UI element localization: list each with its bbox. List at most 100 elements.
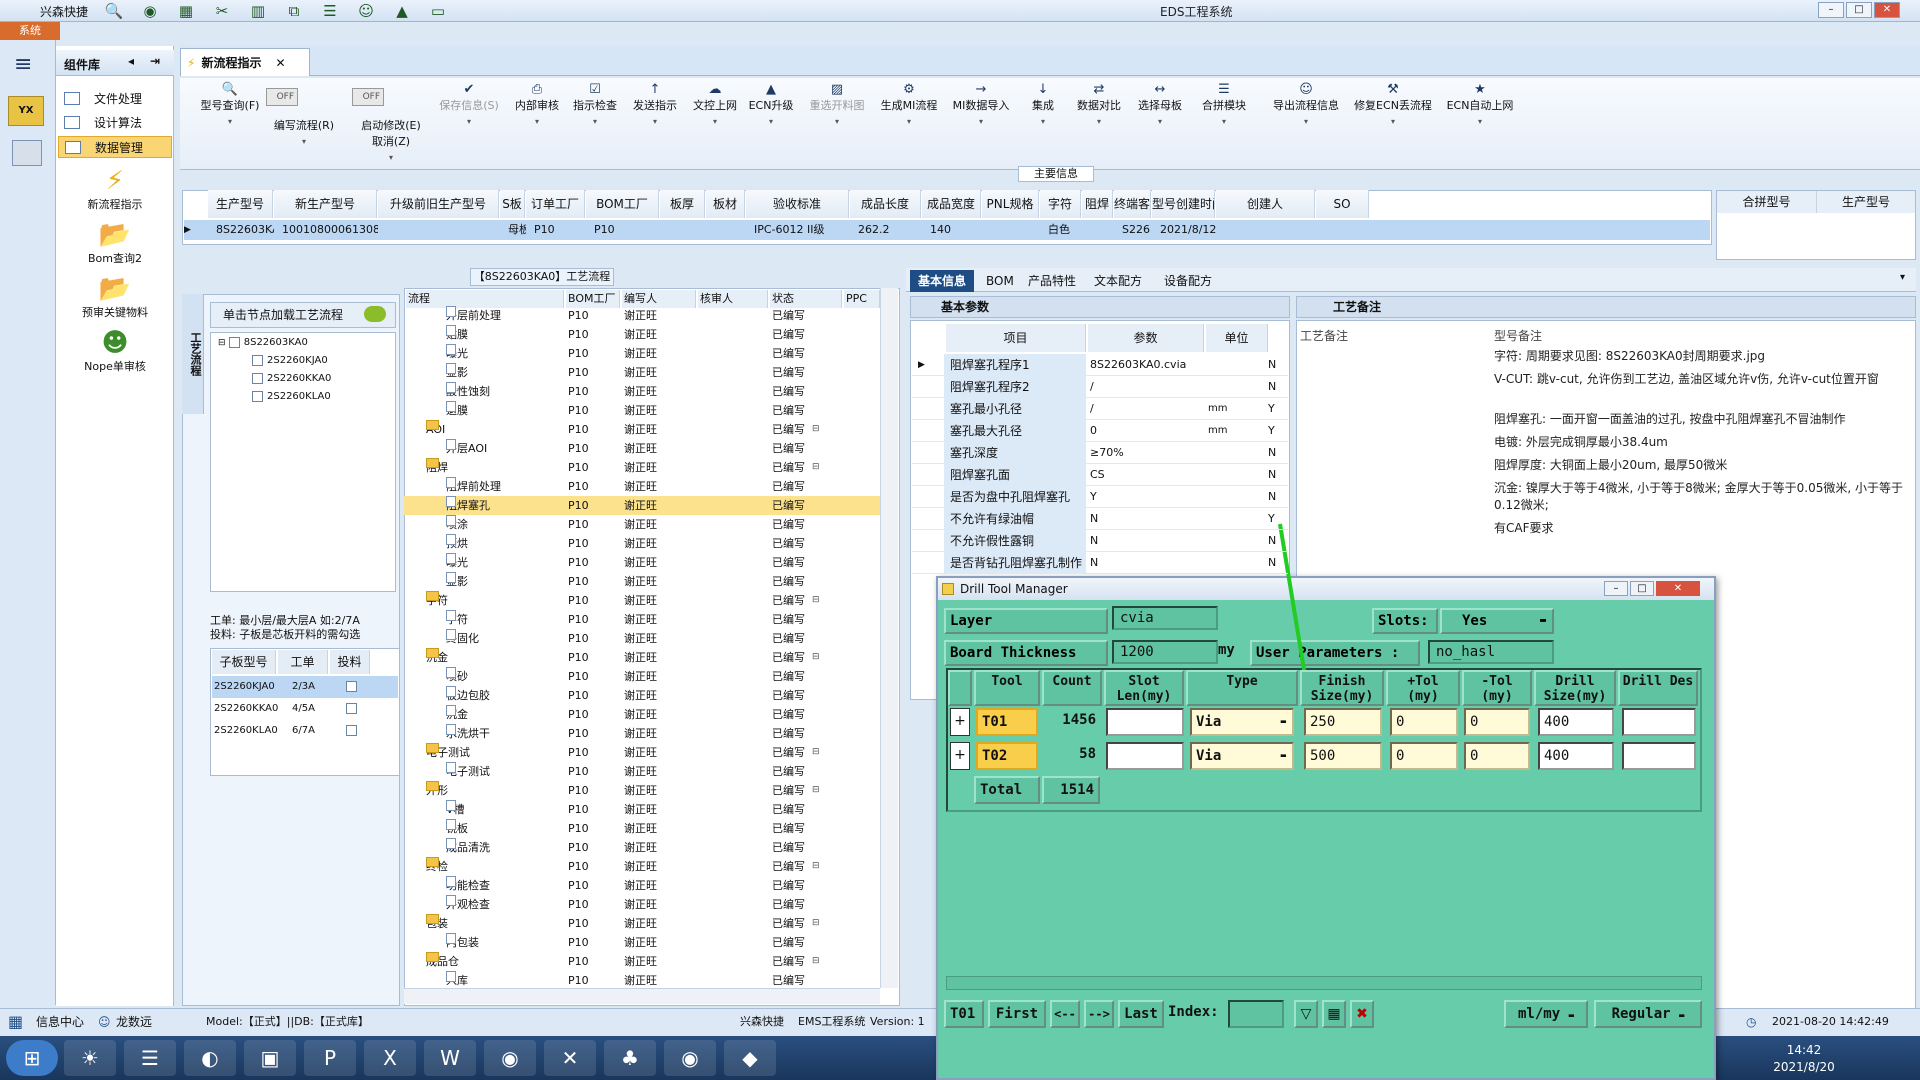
drill-size-field[interactable]: 400	[1538, 742, 1614, 770]
drill-des-field[interactable]	[1622, 742, 1696, 770]
new-flow-instruction-item[interactable]: ⚡ 新流程指示	[70, 166, 160, 212]
taskbar-app-icon[interactable]: ◐	[184, 1040, 236, 1076]
grid-cell[interactable]: IPC-6012 II级	[746, 220, 850, 240]
grid-header-cell[interactable]: 成品长度	[850, 190, 921, 218]
filter-icon[interactable]: ▽	[1294, 1000, 1318, 1028]
flow-row[interactable]: V槽 P10 谢正旺 已编写	[404, 800, 880, 819]
param-value[interactable]: /	[1090, 376, 1204, 398]
ribbon-button[interactable]: ☺ 导出流程信息 ▾	[1266, 82, 1346, 130]
param-value[interactable]: N	[1090, 552, 1204, 574]
grid-header-cell[interactable]: 成品宽度	[922, 190, 981, 218]
param-row[interactable]: ▶ 阻焊塞孔程序1 8S22603KA0.cvia N	[912, 354, 1288, 376]
flow-row[interactable]: ⊟外形P10谢正旺已编写	[404, 781, 880, 800]
grid-header-cell[interactable]: 阻焊	[1082, 190, 1113, 218]
close-button[interactable]: ✕	[1874, 2, 1900, 18]
flow-row[interactable]: ⊟沉金P10谢正旺已编写	[404, 648, 880, 667]
minimize-button[interactable]: –	[1818, 2, 1844, 18]
flow-row[interactable]: 板边包胶 P10 谢正旺 已编写	[404, 686, 880, 705]
flow-vertical-scrollbar[interactable]	[880, 288, 898, 988]
param-value[interactable]: 8S22603KA0.cvia	[1090, 354, 1204, 376]
next-button[interactable]: -->	[1084, 1000, 1114, 1028]
flow-row[interactable]: 酸性蚀刻 P10 谢正旺 已编写	[404, 382, 880, 401]
param-row[interactable]: 是否为盘中孔阻焊塞孔 Y N	[912, 486, 1288, 508]
type-dropdown[interactable]: Via ▬	[1190, 708, 1294, 736]
grid-header-cell[interactable]: 验收标准	[746, 190, 849, 218]
tool-table-scrollbar[interactable]	[946, 976, 1702, 990]
taskbar-x-icon[interactable]: ✕	[544, 1040, 596, 1076]
flow-row[interactable]: 阻焊前处理 P10 谢正旺 已编写	[404, 477, 880, 496]
param-row[interactable]: 塞孔最大孔径 0 mm Y	[912, 420, 1288, 442]
grid-icon[interactable]: ▦	[1322, 1000, 1346, 1028]
flow-row[interactable]: 电子测试 P10 谢正旺 已编写	[404, 762, 880, 781]
grid-cell[interactable]: 10010800061308	[274, 220, 378, 240]
flow-row[interactable]: 内包装 P10 谢正旺 已编写	[404, 933, 880, 952]
flow-row[interactable]: 字符 P10 谢正旺 已编写	[404, 610, 880, 629]
nav-item-data-management[interactable]: 数据管理	[58, 136, 172, 158]
grid-header-cell[interactable]: 板材	[706, 190, 745, 218]
chart-icon[interactable]: ▲	[392, 3, 412, 19]
ribbon-button[interactable]: ✔ 保存信息(S) ▾	[432, 82, 506, 130]
pin-icon[interactable]: ⇥	[150, 54, 160, 68]
param-value[interactable]: CS	[1090, 464, 1204, 486]
grid-header-cell[interactable]: BOM工厂	[586, 190, 659, 218]
toggle-start-edit[interactable]: OFF	[352, 88, 384, 106]
detail-tab[interactable]: 文本配方	[1086, 270, 1150, 292]
flow-row[interactable]: 功能检查 P10 谢正旺 已编写	[404, 876, 880, 895]
grid-header-cell[interactable]: S板	[500, 190, 525, 218]
grid-header-cell[interactable]: SO	[1316, 190, 1369, 218]
checkbox[interactable]	[252, 372, 263, 384]
ribbon-button[interactable]: ▨ 重选开料图 ▾	[804, 82, 870, 130]
finish-size-field[interactable]: 500	[1304, 742, 1382, 770]
copy-icon[interactable]: ⧉	[284, 3, 304, 19]
tree-node-child[interactable]: 2S2260KJA0	[252, 352, 328, 370]
sub-board-row[interactable]: 2S2260KKA0 4/5A	[212, 698, 398, 720]
drill-des-field[interactable]	[1622, 708, 1696, 736]
param-row[interactable]: 塞孔深度 ≥70% N	[912, 442, 1288, 464]
grid-header-cell[interactable]: 板厚	[660, 190, 705, 218]
tool-name[interactable]: T02	[976, 742, 1038, 770]
ribbon-button[interactable]: ↓ 集成 ▾	[1018, 82, 1068, 130]
film-icon[interactable]: ▥	[248, 3, 268, 19]
param-row[interactable]: 塞孔最小孔径 / mm Y	[912, 398, 1288, 420]
grid-cell[interactable]	[982, 220, 1040, 240]
flow-row[interactable]: 喷涂 P10 谢正旺 已编写	[404, 515, 880, 534]
flow-row[interactable]: 退膜 P10 谢正旺 已编写	[404, 401, 880, 420]
grid-cell[interactable]	[1216, 220, 1316, 240]
ribbon-button[interactable]: ☑ 指示检查 ▾	[568, 82, 622, 130]
user-parameters-field[interactable]: no_hasl	[1428, 640, 1554, 664]
tool-name[interactable]: T01	[976, 708, 1038, 736]
ribbon-button[interactable]: ⚙ 生成MI流程 ▾	[876, 82, 942, 130]
flow-row[interactable]: 沉金 P10 谢正旺 已编写	[404, 705, 880, 724]
taskbar-app-icon[interactable]: ☀	[64, 1040, 116, 1076]
plus-tol-field[interactable]: 0	[1390, 742, 1458, 770]
ribbon-button[interactable]: ☁ 文控上网 ▾	[688, 82, 742, 130]
ribbon-button[interactable]: ⇄ 数据对比 ▾	[1072, 82, 1126, 130]
checkbox[interactable]	[228, 336, 240, 348]
tree-node-child[interactable]: 2S2260KKA0	[252, 370, 331, 388]
plus-tol-field[interactable]: 0	[1390, 708, 1458, 736]
flow-row[interactable]: 铣板 P10 谢正旺 已编写	[404, 819, 880, 838]
tree-node-child[interactable]: 2S2260KLA0	[252, 388, 331, 406]
param-value[interactable]: 0	[1090, 420, 1204, 442]
dialog-maximize-button[interactable]: □	[1630, 581, 1654, 596]
nav-item-design-algorithm[interactable]: 设计算法	[58, 112, 172, 134]
param-value[interactable]: N	[1090, 530, 1204, 552]
feed-checkbox[interactable]	[346, 681, 357, 692]
pre-review-material-item[interactable]: 📂 预审关键物料	[70, 274, 160, 320]
list-icon[interactable]: ☰	[320, 3, 340, 19]
flow-row[interactable]: 成品清洗 P10 谢正旺 已编写	[404, 838, 880, 857]
user-icon[interactable]: ☺	[356, 3, 376, 19]
grid-cell[interactable]	[378, 220, 500, 240]
grid-cell[interactable]	[660, 220, 706, 240]
taskbar-app-icon[interactable]: ◆	[724, 1040, 776, 1076]
ribbon-button[interactable]: → MI数据导入 ▾	[948, 82, 1014, 130]
board-thickness-field[interactable]: 1200	[1112, 640, 1218, 664]
flow-row[interactable]: 预烘 P10 谢正旺 已编写	[404, 534, 880, 553]
flow-horizontal-scrollbar[interactable]	[404, 988, 880, 1004]
finish-size-field[interactable]: 250	[1304, 708, 1382, 736]
flow-row[interactable]: 水洗烘干 P10 谢正旺 已编写	[404, 724, 880, 743]
grid-cell[interactable]: S226	[1114, 220, 1152, 240]
chevron-down-icon[interactable]: ▾	[1900, 272, 1905, 283]
ribbon-button[interactable]: ↔ 选择母板 ▾	[1130, 82, 1190, 130]
grid-header-cell[interactable]: 字符	[1040, 190, 1081, 218]
